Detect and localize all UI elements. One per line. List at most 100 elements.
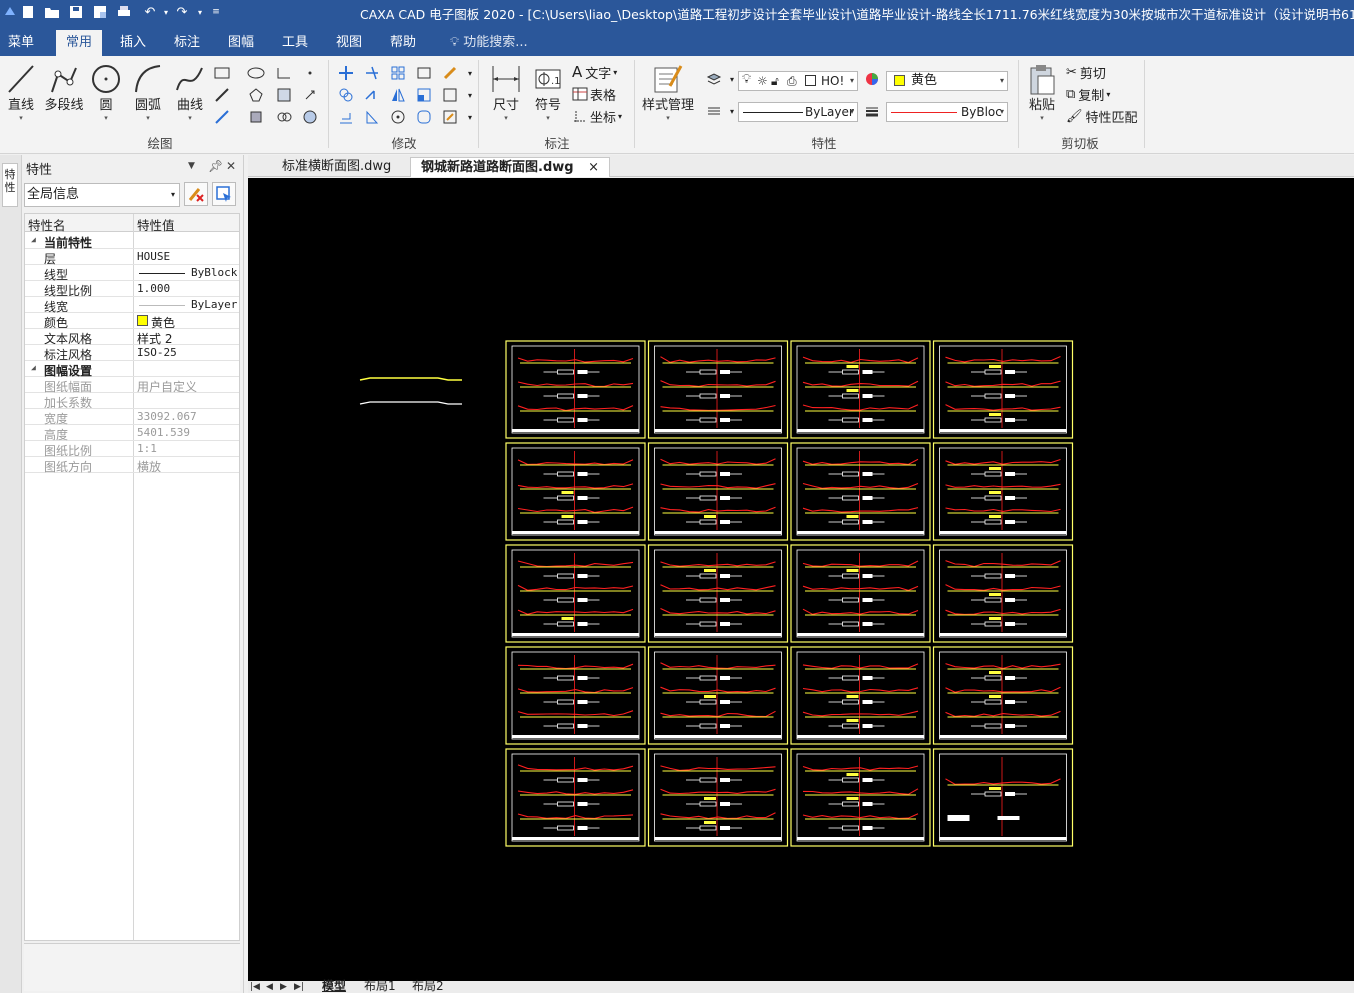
cut-button[interactable]: ✂ 剪切 (1066, 62, 1106, 82)
chamfer-icon[interactable] (362, 108, 382, 126)
trim-icon[interactable] (362, 64, 382, 82)
copy-object-icon[interactable] (336, 86, 356, 104)
style-manager-button[interactable]: 样式管理 ▾ (640, 62, 696, 128)
lineweight-combo[interactable]: ByBloc ▾ (886, 102, 1008, 122)
tab-view[interactable]: 视图 (328, 30, 370, 56)
wipeout-icon[interactable] (300, 108, 320, 126)
scale-icon[interactable] (414, 86, 434, 104)
corner-icon[interactable] (274, 64, 294, 82)
layout-tab-layout1[interactable]: 布局1 (364, 980, 396, 993)
table-button[interactable]: 表格 (572, 84, 616, 104)
extend-icon[interactable] (362, 86, 382, 104)
redo-icon[interactable]: ↷ (172, 2, 192, 22)
hatch-icon[interactable] (274, 86, 294, 104)
property-row-linetype[interactable]: 线型 ByBlock (25, 265, 239, 282)
property-row-dim-style[interactable]: 标注风格 ISO-25 (25, 345, 239, 362)
mirror-icon[interactable] (388, 86, 408, 104)
open-folder-icon[interactable] (42, 2, 62, 22)
property-row-lineweight[interactable]: 线宽 ByLayer (25, 297, 239, 314)
tab-home[interactable]: 常用 (56, 30, 102, 56)
side-tab-properties[interactable]: 特性 (2, 163, 18, 207)
arc-button[interactable]: 圆弧 ▾ (132, 62, 164, 128)
modify-dropdown2-icon[interactable]: ▾ (460, 86, 480, 104)
tab-insert[interactable]: 插入 (112, 30, 154, 56)
layout-tab-layout2[interactable]: 布局2 (412, 980, 444, 993)
circle-button[interactable]: 圆 ▾ (90, 62, 122, 128)
match-properties-button[interactable]: 🖌︎ 特性匹配 (1066, 106, 1138, 126)
tab-sheet[interactable]: 图幅 (220, 30, 262, 56)
category-current[interactable]: ◢ 当前特性 (25, 233, 239, 250)
customize-toolbar-icon[interactable]: ≡ (206, 2, 226, 22)
panel-menu-icon[interactable]: ▼ (188, 161, 195, 171)
tab-menu[interactable]: 菜单 (0, 30, 42, 56)
text-button[interactable]: A 文字 ▾ (572, 62, 617, 82)
line-button[interactable]: 直线 ▾ (4, 62, 38, 128)
quick-select-button[interactable] (212, 182, 236, 206)
save-as-icon[interactable] (90, 2, 110, 22)
close-icon[interactable]: ✕ (226, 159, 236, 173)
paste-button[interactable]: 粘贴 ▾ (1024, 62, 1060, 128)
linetype-combo[interactable]: ByLayer ▾ (738, 102, 858, 122)
lineweight-icon[interactable] (862, 102, 882, 120)
scope-select[interactable]: 全局信息 ▾ (24, 183, 180, 207)
block-icon[interactable] (246, 108, 266, 126)
linetype-list-icon[interactable] (704, 102, 724, 120)
cursor-icon[interactable] (300, 86, 320, 104)
property-row-sheet-size[interactable]: 图纸幅面 用户自定义 (25, 377, 239, 394)
save-icon[interactable] (66, 2, 86, 22)
edit-icon[interactable] (440, 108, 460, 126)
property-row-width[interactable]: 宽度 33092.067 (25, 409, 239, 426)
modify-dropdown-icon[interactable]: ▾ (460, 64, 480, 82)
coordinate-button[interactable]: 坐标 ▾ (572, 106, 622, 126)
first-layout-icon[interactable]: |◀ (250, 981, 260, 993)
pencil-icon[interactable] (212, 86, 232, 104)
point-icon[interactable] (300, 64, 320, 82)
app-logo-icon[interactable] (0, 2, 20, 22)
copy-button[interactable]: ⧉ 复制 ▾ (1066, 84, 1110, 104)
ellipse-icon[interactable] (246, 64, 266, 82)
offset-icon[interactable] (336, 108, 356, 126)
doc-tab-close-icon[interactable]: × (588, 160, 599, 175)
property-row-height[interactable]: 高度 5401.539 (25, 425, 239, 442)
prev-layout-icon[interactable]: ◀ (266, 981, 273, 993)
new-file-icon[interactable] (18, 2, 38, 22)
property-row-scale[interactable]: 图纸比例 1:1 (25, 441, 239, 458)
layout-tab-model[interactable]: 模型 (322, 980, 346, 993)
tab-tools[interactable]: 工具 (274, 30, 316, 56)
last-layout-icon[interactable]: ▶| (294, 981, 304, 993)
cloud-icon[interactable] (274, 108, 294, 126)
array-icon[interactable] (388, 64, 408, 82)
next-layout-icon[interactable]: ▶ (280, 981, 287, 993)
doc-tab-road-section[interactable]: 钢城新路道路断面图.dwg × (410, 157, 610, 177)
move-icon[interactable] (336, 64, 356, 82)
property-row-color[interactable]: 颜色 黄色 (25, 313, 239, 330)
color-wheel-icon[interactable] (862, 70, 882, 88)
property-row-extension[interactable]: 加长系数 (25, 393, 239, 410)
doc-tab-standard-section[interactable]: 标准横断面图.dwg (272, 157, 401, 177)
category-sheet[interactable]: ◢ 图幅设置 (25, 361, 239, 378)
erase-icon[interactable] (440, 64, 460, 82)
layer-manager-icon[interactable] (704, 70, 724, 88)
dimension-button[interactable]: 尺寸 ▾ (486, 62, 526, 128)
rotate-icon[interactable] (388, 108, 408, 126)
property-row-orientation[interactable]: 图纸方向 横放 (25, 457, 239, 474)
function-search[interactable]: 💡︎ 功能搜索... (450, 30, 528, 56)
print-icon[interactable] (114, 2, 134, 22)
pin-icon[interactable]: 📌︎ (208, 159, 223, 173)
fillet-icon[interactable] (414, 108, 434, 126)
property-row-text-style[interactable]: 文本风格 样式 2 (25, 329, 239, 346)
curve-button[interactable]: 曲线 ▾ (174, 62, 206, 128)
explode-icon[interactable] (440, 86, 460, 104)
select-object-button[interactable] (184, 182, 208, 206)
modify-dropdown3-icon[interactable]: ▾ (460, 108, 480, 126)
drawing-canvas[interactable] (248, 178, 1354, 981)
symbol-button[interactable]: .1 符号 ▾ (530, 62, 566, 128)
polygon-icon[interactable] (246, 86, 266, 104)
property-row-layer[interactable]: 层 HOUSE (25, 249, 239, 266)
construction-line-icon[interactable] (212, 108, 232, 126)
color-combo[interactable]: 黄色 ▾ (886, 71, 1008, 91)
polyline-button[interactable]: 多段线 (42, 62, 86, 128)
property-row-linetype-scale[interactable]: 线型比例 1.000 (25, 281, 239, 298)
rectangle-icon[interactable] (212, 64, 232, 82)
layer-combo[interactable]: 💡︎ ☼ 🔓︎ ⎙ HO! ▾ (738, 71, 858, 91)
